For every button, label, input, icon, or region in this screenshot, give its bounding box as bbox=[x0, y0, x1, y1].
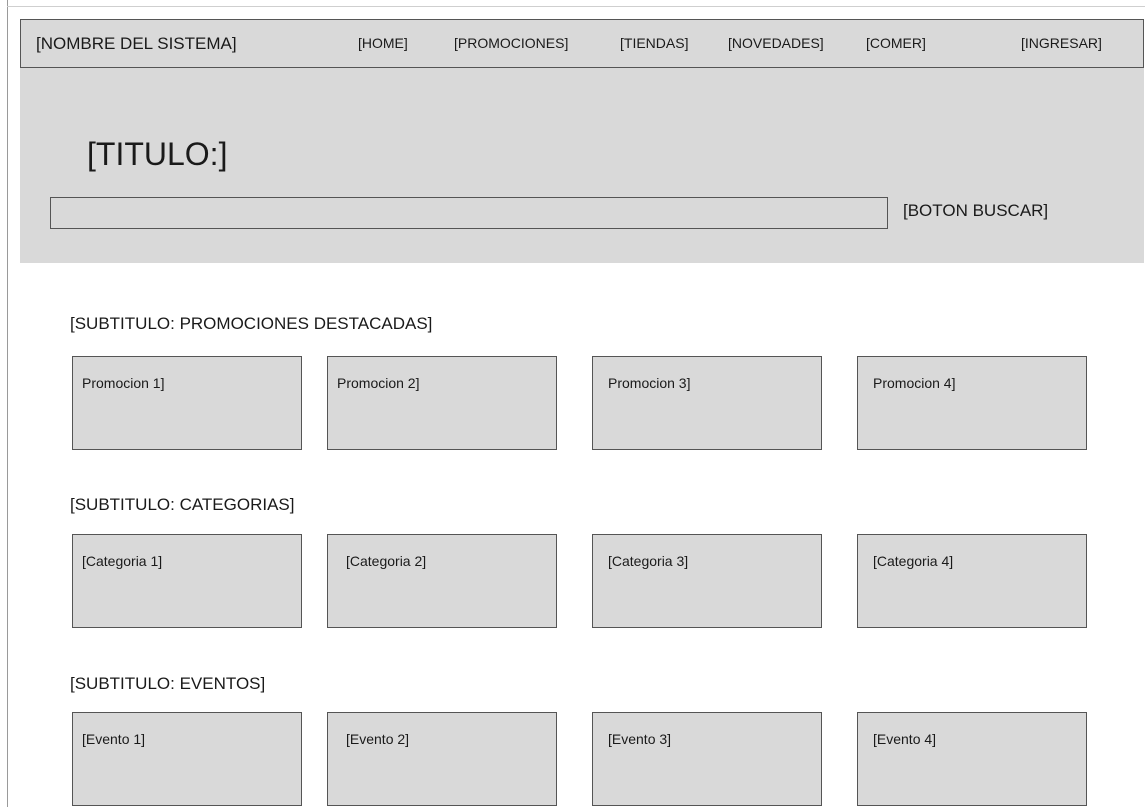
subtitle-eventos: [SUBTITULO: EVENTOS] bbox=[70, 674, 266, 693]
card-label: [Categoria 3] bbox=[608, 553, 689, 569]
promo-card-3[interactable]: Promocion 3] bbox=[592, 356, 822, 450]
page-left-border bbox=[7, 0, 8, 807]
promo-card-1[interactable]: Promocion 1] bbox=[72, 356, 302, 450]
card-label: Promocion 4] bbox=[873, 375, 956, 391]
promo-card-4[interactable]: Promocion 4] bbox=[857, 356, 1087, 450]
card-label: Promocion 2] bbox=[337, 375, 420, 391]
event-card-3[interactable]: [Evento 3] bbox=[592, 712, 822, 806]
card-label: [Evento 4] bbox=[873, 731, 937, 747]
nav-link-home[interactable]: [HOME] bbox=[358, 20, 408, 67]
category-card-3[interactable]: [Categoria 3] bbox=[592, 534, 822, 628]
search-input[interactable] bbox=[50, 197, 888, 229]
event-card-2[interactable]: [Evento 2] bbox=[327, 712, 557, 806]
nav-link-promociones[interactable]: [PROMOCIONES] bbox=[454, 20, 568, 67]
login-link[interactable]: [INGRESAR] bbox=[1021, 20, 1102, 67]
subtitle-promociones: [SUBTITULO: PROMOCIONES DESTACADAS] bbox=[70, 314, 433, 333]
wireframe-page: [NOMBRE DEL SISTEMA] [HOME] [PROMOCIONES… bbox=[0, 0, 1145, 807]
card-label: [Evento 1] bbox=[82, 731, 146, 747]
subtitle-categorias: [SUBTITULO: CATEGORIAS] bbox=[70, 495, 295, 514]
card-label: Promocion 1] bbox=[82, 375, 165, 391]
page-title: [TITULO:] bbox=[87, 136, 228, 172]
category-card-2[interactable]: [Categoria 2] bbox=[327, 534, 557, 628]
card-label: [Categoria 4] bbox=[873, 553, 954, 569]
nav-link-tiendas[interactable]: [TIENDAS] bbox=[620, 20, 688, 67]
event-card-1[interactable]: [Evento 1] bbox=[72, 712, 302, 806]
page-top-border bbox=[7, 6, 1145, 7]
card-label: [Evento 3] bbox=[608, 731, 672, 747]
category-card-4[interactable]: [Categoria 4] bbox=[857, 534, 1087, 628]
card-label: Promocion 3] bbox=[608, 375, 691, 391]
top-navbar: [NOMBRE DEL SISTEMA] [HOME] [PROMOCIONES… bbox=[20, 19, 1144, 68]
card-label: [Categoria 1] bbox=[82, 553, 163, 569]
hero-banner: [TITULO:] [BOTON BUSCAR] bbox=[20, 68, 1144, 263]
system-name: [NOMBRE DEL SISTEMA] bbox=[36, 34, 237, 53]
nav-link-novedades[interactable]: [NOVEDADES] bbox=[728, 20, 824, 67]
search-button[interactable]: [BOTON BUSCAR] bbox=[903, 201, 1048, 221]
nav-link-comer[interactable]: [COMER] bbox=[866, 20, 926, 67]
card-label: [Evento 2] bbox=[346, 731, 410, 747]
card-label: [Categoria 2] bbox=[346, 553, 427, 569]
category-card-1[interactable]: [Categoria 1] bbox=[72, 534, 302, 628]
event-card-4[interactable]: [Evento 4] bbox=[857, 712, 1087, 806]
promo-card-2[interactable]: Promocion 2] bbox=[327, 356, 557, 450]
